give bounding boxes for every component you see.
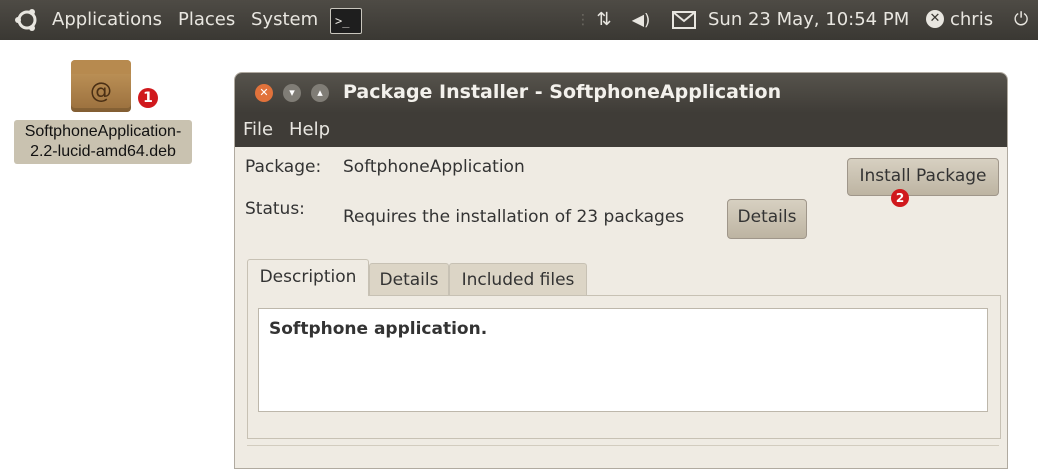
tab-details[interactable]: Details xyxy=(369,263,449,296)
title-bar[interactable]: ✕ ▾ ▴ Package Installer - SoftphoneAppli… xyxy=(235,73,1007,113)
volume-icon[interactable]: ◀︎) xyxy=(626,0,656,40)
package-label: Package: xyxy=(245,157,322,177)
window-minimize-icon[interactable]: ▾ xyxy=(283,84,301,102)
status-value: Requires the installation of 23 packages xyxy=(343,207,685,227)
mail-icon[interactable] xyxy=(672,0,700,40)
menu-applications[interactable]: Applications xyxy=(52,0,162,40)
menu-file[interactable]: File xyxy=(243,113,273,147)
debian-swirl: @ xyxy=(90,79,112,104)
details-button[interactable]: Details xyxy=(727,199,807,239)
tab-description[interactable]: Description xyxy=(247,259,369,296)
file-label: SoftphoneApplication-2.2-lucid-amd64.deb xyxy=(14,120,192,164)
menu-system[interactable]: System xyxy=(251,0,318,40)
clock[interactable]: Sun 23 May, 10:54 PM xyxy=(708,0,909,40)
tab-included-files[interactable]: Included files xyxy=(449,263,587,296)
window-close-icon[interactable]: ✕ xyxy=(255,84,273,102)
install-package-button[interactable]: Install Package xyxy=(847,158,999,196)
window-maximize-icon[interactable]: ▴ xyxy=(311,84,329,102)
package-installer-window: ✕ ▾ ▴ Package Installer - SoftphoneAppli… xyxy=(234,72,1008,469)
separator xyxy=(247,445,999,446)
power-icon[interactable]: ⏻ xyxy=(1014,0,1036,40)
package-icon: @ xyxy=(71,60,131,112)
panel-grip: ⋮ xyxy=(576,12,590,28)
menu-bar: File Help xyxy=(235,113,1007,147)
window-title: Package Installer - SoftphoneApplication xyxy=(343,81,782,103)
status-label: Status: xyxy=(245,199,305,219)
user-status-icon: ✕ xyxy=(926,9,944,28)
network-icon[interactable]: ⇅ xyxy=(590,0,618,40)
description-text: Softphone application. xyxy=(269,319,488,339)
desktop-file-deb[interactable]: @ SoftphoneApplication-2.2-lucid-amd64.d… xyxy=(14,56,192,170)
description-panel: Softphone application. xyxy=(247,295,1001,439)
user-menu[interactable]: ✕ chris xyxy=(926,0,993,40)
menu-help[interactable]: Help xyxy=(289,113,330,147)
top-panel: Applications Places System >_ ⋮ ⇅ ◀︎) Su… xyxy=(0,0,1038,40)
step-badge-1: 1 xyxy=(138,88,158,108)
description-textview[interactable]: Softphone application. xyxy=(258,308,988,412)
menu-places[interactable]: Places xyxy=(178,0,235,40)
ubuntu-logo-icon[interactable] xyxy=(14,0,42,40)
package-value: SoftphoneApplication xyxy=(343,157,525,177)
step-badge-2: 2 xyxy=(891,189,909,207)
terminal-icon[interactable]: >_ xyxy=(330,8,362,34)
user-name: chris xyxy=(950,9,994,30)
